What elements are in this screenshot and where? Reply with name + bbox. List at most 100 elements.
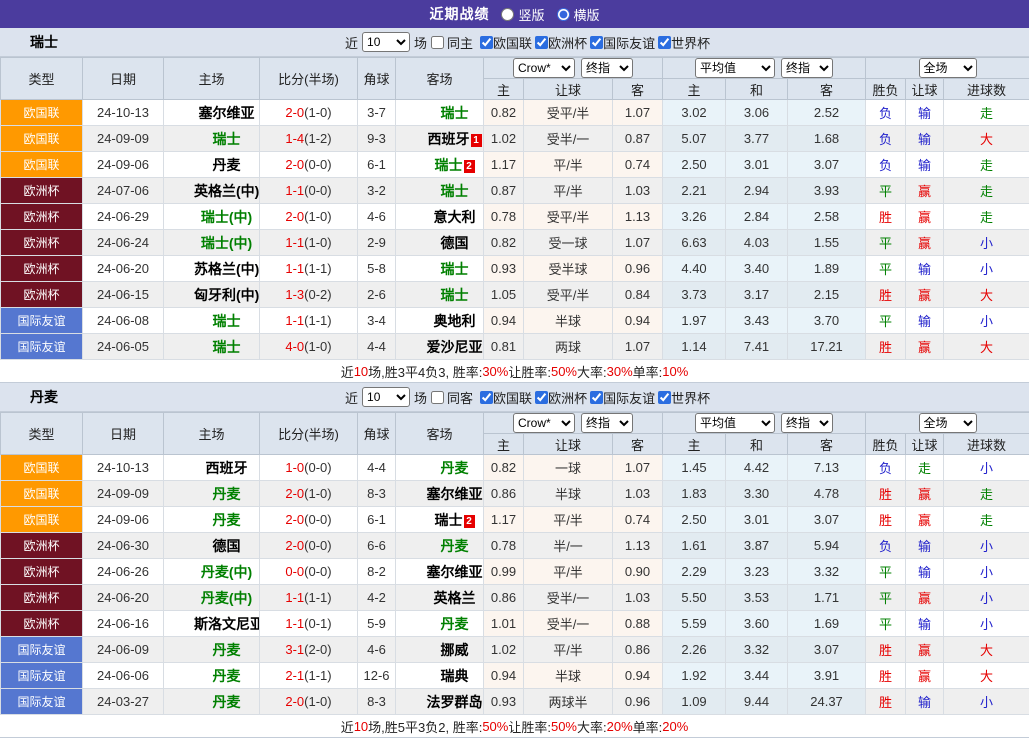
match-row: 欧国联24-09-06丹麦2-0(0-0)6-1瑞士21.17平/半0.742.… <box>1 507 1029 533</box>
league-checkbox-4[interactable]: 世界杯 <box>658 33 710 52</box>
match-type-badge: 欧洲杯 <box>1 611 83 637</box>
summary-value: 30% <box>607 364 633 379</box>
crow-home-odds: 0.86 <box>484 481 524 507</box>
league-checkbox-input[interactable] <box>480 36 493 49</box>
full-time-score: 1-1 <box>285 313 304 328</box>
same-venue-checkbox-input[interactable] <box>431 36 444 49</box>
average-select[interactable]: 平均值 <box>695 58 775 78</box>
league-checkbox-input[interactable] <box>658 36 671 49</box>
match-date: 24-07-06 <box>83 178 164 204</box>
team-label: 瑞士 <box>213 131 241 147</box>
average-select[interactable]: 平均值 <box>695 413 775 433</box>
match-row: 欧国联24-09-09丹麦2-0(1-0)8-3塞尔维亚0.86半球1.031.… <box>1 481 1029 507</box>
home-team: 瑞士 <box>164 126 260 152</box>
summary-row: 近10场,胜5平3负2, 胜率:50% 让胜率:50% 大率:20% 单率:20… <box>0 715 1029 738</box>
sub-header-avg-draw: 和 <box>726 434 788 455</box>
full-time-score: 2-0 <box>285 105 304 120</box>
league-checkbox-4[interactable]: 世界杯 <box>658 388 710 407</box>
vertical-layout-radio[interactable] <box>501 8 514 21</box>
result-outcome: 胜 <box>866 507 906 533</box>
handicap-stage-select[interactable]: 终指 <box>581 413 633 433</box>
league-checkbox-input[interactable] <box>535 36 548 49</box>
avg-draw-odds: 2.94 <box>726 178 788 204</box>
same-venue-checkbox[interactable]: 同主 <box>431 33 473 52</box>
layout-option-horizontal[interactable]: 横版 <box>557 5 600 24</box>
match-score: 1-1(1-1) <box>260 308 358 334</box>
average-stage-select[interactable]: 终指 <box>781 413 833 433</box>
team-label: 丹麦 <box>213 486 241 502</box>
corner-count: 9-3 <box>358 126 396 152</box>
match-count-select[interactable]: 10 <box>362 32 410 52</box>
half-time-score: (1-0) <box>304 339 331 354</box>
league-checkbox-3[interactable]: 国际友谊 <box>590 388 655 407</box>
league-checkbox-input[interactable] <box>590 391 603 404</box>
avg-home-odds: 1.45 <box>663 455 726 481</box>
handicap-stage-select[interactable]: 终指 <box>581 58 633 78</box>
match-count-select[interactable]: 10 <box>362 387 410 407</box>
league-checkbox-3[interactable]: 国际友谊 <box>590 33 655 52</box>
summary-text: 单率: <box>633 717 663 736</box>
result-handicap: 走 <box>906 455 944 481</box>
corner-count: 8-2 <box>358 559 396 585</box>
full-time-score: 2-0 <box>285 209 304 224</box>
same-venue-checkbox-input[interactable] <box>431 391 444 404</box>
result-goals: 小 <box>944 230 1029 256</box>
team-label: 瑞士 <box>441 183 469 199</box>
crow-home-odds: 0.82 <box>484 100 524 126</box>
avg-away-odds: 2.58 <box>788 204 866 230</box>
half-time-score: (1-0) <box>304 105 331 120</box>
half-time-score: (2-0) <box>304 642 331 657</box>
match-score: 2-0(0-0) <box>260 152 358 178</box>
summary-value: 50% <box>482 719 508 734</box>
team-label: 西班牙 <box>206 460 248 476</box>
bookmaker-select[interactable]: Crow* <box>513 58 575 78</box>
league-checkbox-1[interactable]: 欧国联 <box>480 33 532 52</box>
average-stage-select[interactable]: 终指 <box>781 58 833 78</box>
bookmaker-select[interactable]: Crow* <box>513 413 575 433</box>
away-team: 丹麦 <box>396 611 484 637</box>
away-team: 塞尔维亚 <box>396 559 484 585</box>
avg-draw-odds: 3.01 <box>726 152 788 178</box>
league-checkbox-input[interactable] <box>658 391 671 404</box>
horizontal-layout-radio[interactable] <box>557 8 570 21</box>
result-goals: 走 <box>944 507 1029 533</box>
crow-away-odds: 1.07 <box>613 455 663 481</box>
corner-count: 6-6 <box>358 533 396 559</box>
half-time-score: (0-0) <box>304 512 331 527</box>
league-checkbox-input[interactable] <box>480 391 493 404</box>
games-label: 场 <box>414 33 427 52</box>
sub-header-outcome: 胜负 <box>866 79 906 100</box>
same-venue-checkbox[interactable]: 同客 <box>431 388 473 407</box>
league-checkbox-2[interactable]: 欧洲杯 <box>535 388 587 407</box>
layout-option-vertical[interactable]: 竖版 <box>501 5 544 24</box>
league-checkbox-input[interactable] <box>535 391 548 404</box>
vertical-layout-label: 竖版 <box>518 5 544 24</box>
result-handicap: 输 <box>906 611 944 637</box>
match-date: 24-09-09 <box>83 481 164 507</box>
corner-count: 2-6 <box>358 282 396 308</box>
league-checkbox-input[interactable] <box>590 36 603 49</box>
home-team: 丹麦 <box>164 637 260 663</box>
result-handicap: 输 <box>906 126 944 152</box>
home-team: 瑞士(中) <box>164 230 260 256</box>
league-checkbox-2[interactable]: 欧洲杯 <box>535 33 587 52</box>
sub-header-handicap-result: 让球 <box>906 434 944 455</box>
team-label: 爱沙尼亚 <box>427 339 483 355</box>
scope-select[interactable]: 全场 <box>919 413 977 433</box>
half-time-score: (0-0) <box>304 538 331 553</box>
team-label: 瑞士 <box>435 157 463 173</box>
result-goals: 小 <box>944 585 1029 611</box>
corner-count: 4-6 <box>358 204 396 230</box>
red-card-badge: 2 <box>464 515 475 528</box>
result-outcome: 平 <box>866 611 906 637</box>
league-label: 国际友谊 <box>603 33 655 52</box>
match-row: 欧洲杯24-06-26丹麦(中)0-0(0-0)8-2塞尔维亚0.99平/半0.… <box>1 559 1029 585</box>
summary-value: 10 <box>354 364 368 379</box>
full-time-score: 1-1 <box>285 183 304 198</box>
match-score: 1-1(1-1) <box>260 256 358 282</box>
team-label: 瑞士 <box>213 313 241 329</box>
league-checkbox-1[interactable]: 欧国联 <box>480 388 532 407</box>
avg-away-odds: 3.07 <box>788 152 866 178</box>
result-handicap: 赢 <box>906 663 944 689</box>
scope-select[interactable]: 全场 <box>919 58 977 78</box>
